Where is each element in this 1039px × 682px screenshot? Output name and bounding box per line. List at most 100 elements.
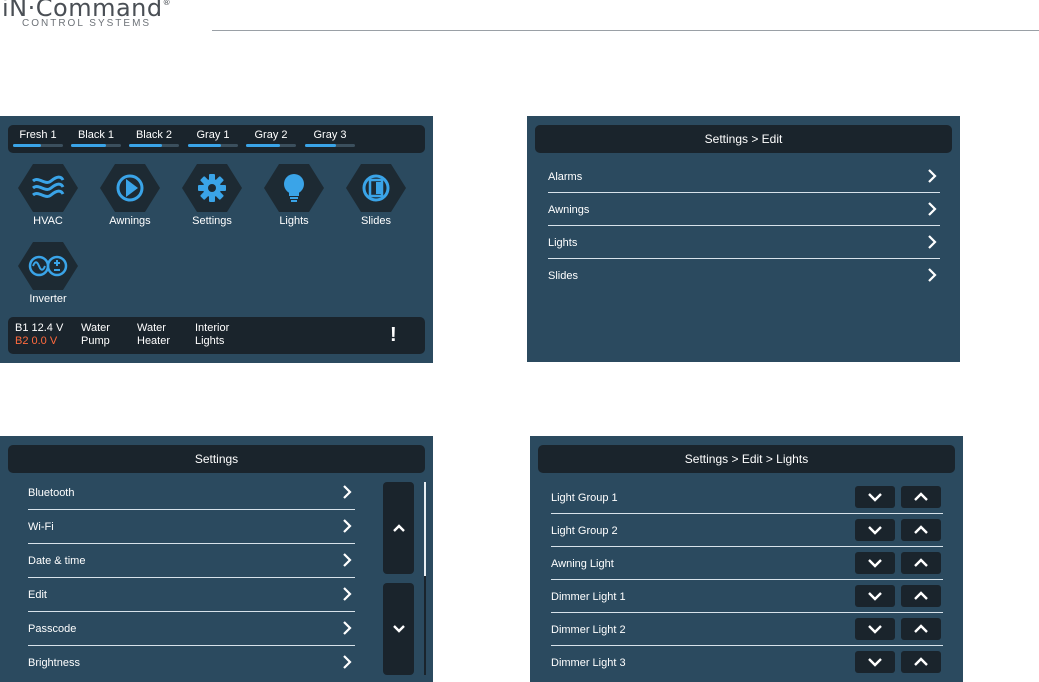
tank-black-1[interactable]: Black 1 — [71, 129, 121, 147]
light-row-light-group-2: Light Group 2 — [551, 514, 943, 547]
list-item-wifi[interactable]: Wi-Fi — [28, 510, 355, 544]
battery-status: B1 12.4 V B2 0.0 V — [15, 322, 63, 348]
chevron-down-icon — [868, 493, 882, 502]
scrollbar-track[interactable] — [424, 482, 426, 675]
move-down-button[interactable] — [855, 618, 895, 640]
list-item-slides[interactable]: Slides — [548, 259, 940, 292]
inverter-tile[interactable]: Inverter — [18, 242, 78, 305]
light-row-dimmer-light-3: Dimmer Light 3 — [551, 646, 943, 679]
page-title: Settings > Edit > Lights — [684, 452, 809, 466]
list-item-lights[interactable]: Lights — [548, 226, 940, 259]
move-down-button[interactable] — [855, 585, 895, 607]
chevron-down-icon — [392, 625, 405, 633]
tank-gray-2[interactable]: Gray 2 — [246, 129, 296, 147]
home-screen: Fresh 1 Black 1 Black 2 Gray 1 Gray 2 Gr… — [0, 116, 433, 363]
move-up-button[interactable] — [901, 486, 941, 508]
tile-label: Settings — [192, 215, 232, 227]
move-up-button[interactable] — [901, 585, 941, 607]
move-down-button[interactable] — [855, 486, 895, 508]
move-up-button[interactable] — [901, 519, 941, 541]
light-row-light-group-1: Light Group 1 — [551, 481, 943, 514]
scroll-up-button[interactable] — [383, 482, 414, 574]
status-bar: B1 12.4 V B2 0.0 V Water Pump Water Heat… — [8, 317, 425, 354]
chevron-right-icon — [343, 485, 352, 499]
page-title: Settings — [194, 452, 239, 466]
chevron-right-icon — [343, 553, 352, 567]
move-down-button[interactable] — [855, 519, 895, 541]
awnings-tile[interactable]: Awnings — [100, 164, 160, 227]
chevron-up-icon — [392, 524, 405, 532]
chevron-up-icon — [914, 558, 928, 567]
list-item-brightness[interactable]: Brightness — [28, 646, 355, 680]
settings-screen: Settings Bluetooth Wi-Fi Date & time Edi… — [0, 436, 433, 682]
chevron-down-icon — [868, 526, 882, 535]
tank-level-fill — [71, 144, 106, 147]
tank-gray-1[interactable]: Gray 1 — [188, 129, 238, 147]
chevron-right-icon — [928, 268, 937, 282]
list-item-passcode[interactable]: Passcode — [28, 612, 355, 646]
chevron-down-icon — [868, 625, 882, 634]
settings-tile[interactable]: Settings — [182, 164, 242, 227]
page-title: Settings > Edit — [704, 132, 783, 146]
chevron-right-icon — [343, 655, 352, 669]
slides-tile[interactable]: Slides — [346, 164, 406, 227]
chevron-right-icon — [343, 587, 352, 601]
chevron-right-icon — [928, 235, 937, 249]
move-up-button[interactable] — [901, 618, 941, 640]
move-down-button[interactable] — [855, 651, 895, 673]
move-down-button[interactable] — [855, 552, 895, 574]
battery-1-voltage: B1 12.4 V — [15, 322, 64, 334]
chevron-up-icon — [914, 591, 928, 600]
chevron-down-icon — [868, 658, 882, 667]
hvac-tile[interactable]: HVAC — [18, 164, 78, 227]
list-item-date-time[interactable]: Date & time — [28, 544, 355, 578]
settings-edit-screen: Settings > Edit Alarms Awnings Lights Sl… — [527, 116, 960, 362]
tank-level-fill — [246, 144, 280, 147]
lights-tile[interactable]: Lights — [264, 164, 324, 227]
water-pump-toggle[interactable]: Water Pump — [81, 322, 110, 348]
move-up-button[interactable] — [901, 552, 941, 574]
chevron-up-icon — [914, 657, 928, 666]
tank-level-fill — [305, 144, 336, 147]
chevron-right-icon — [928, 202, 937, 216]
tile-label: Inverter — [29, 293, 67, 305]
tile-label: Awnings — [109, 215, 151, 227]
tank-fresh-1[interactable]: Fresh 1 — [13, 129, 63, 147]
chevron-down-icon — [868, 559, 882, 568]
chevron-down-icon — [868, 592, 882, 601]
settings-edit-lights-screen: Settings > Edit > Lights Light Group 1 L… — [530, 436, 963, 682]
move-up-button[interactable] — [901, 651, 941, 673]
list-item-bluetooth[interactable]: Bluetooth — [28, 476, 355, 510]
tile-label: Slides — [361, 215, 391, 227]
chevron-up-icon — [914, 525, 928, 534]
chevron-up-icon — [914, 492, 928, 501]
hvac-icon — [32, 175, 65, 198]
tile-label: HVAC — [33, 215, 63, 227]
scrollbar-thumb[interactable] — [424, 482, 426, 576]
title-bar: Settings > Edit > Lights — [538, 445, 955, 473]
brand-tagline: CONTROL SYSTEMS — [22, 18, 152, 29]
tank-level-fill — [188, 144, 221, 147]
tank-level-fill — [13, 144, 41, 147]
header-divider — [212, 30, 1039, 31]
tank-gray-3[interactable]: Gray 3 — [305, 129, 355, 147]
registered-mark: ® — [162, 0, 172, 7]
lightbulb-icon — [284, 174, 304, 202]
tile-label: Lights — [279, 215, 309, 227]
chevron-right-icon — [928, 169, 937, 183]
inverter-icon — [28, 255, 68, 277]
title-bar: Settings > Edit — [535, 125, 952, 153]
light-row-awning-light: Awning Light — [551, 547, 943, 580]
awning-icon — [116, 174, 144, 202]
list-item-awnings[interactable]: Awnings — [548, 193, 940, 226]
gear-icon — [198, 174, 226, 202]
scroll-down-button[interactable] — [383, 583, 414, 675]
tank-black-2[interactable]: Black 2 — [129, 129, 179, 147]
water-heater-toggle[interactable]: Water Heater — [137, 322, 170, 348]
list-item-alarms[interactable]: Alarms — [548, 160, 940, 193]
tank-levels-bar: Fresh 1 Black 1 Black 2 Gray 1 Gray 2 Gr… — [8, 125, 425, 153]
chevron-right-icon — [343, 519, 352, 533]
interior-lights-toggle[interactable]: Interior Lights — [195, 322, 229, 348]
alert-icon[interactable]: ! — [390, 324, 397, 347]
list-item-edit[interactable]: Edit — [28, 578, 355, 612]
